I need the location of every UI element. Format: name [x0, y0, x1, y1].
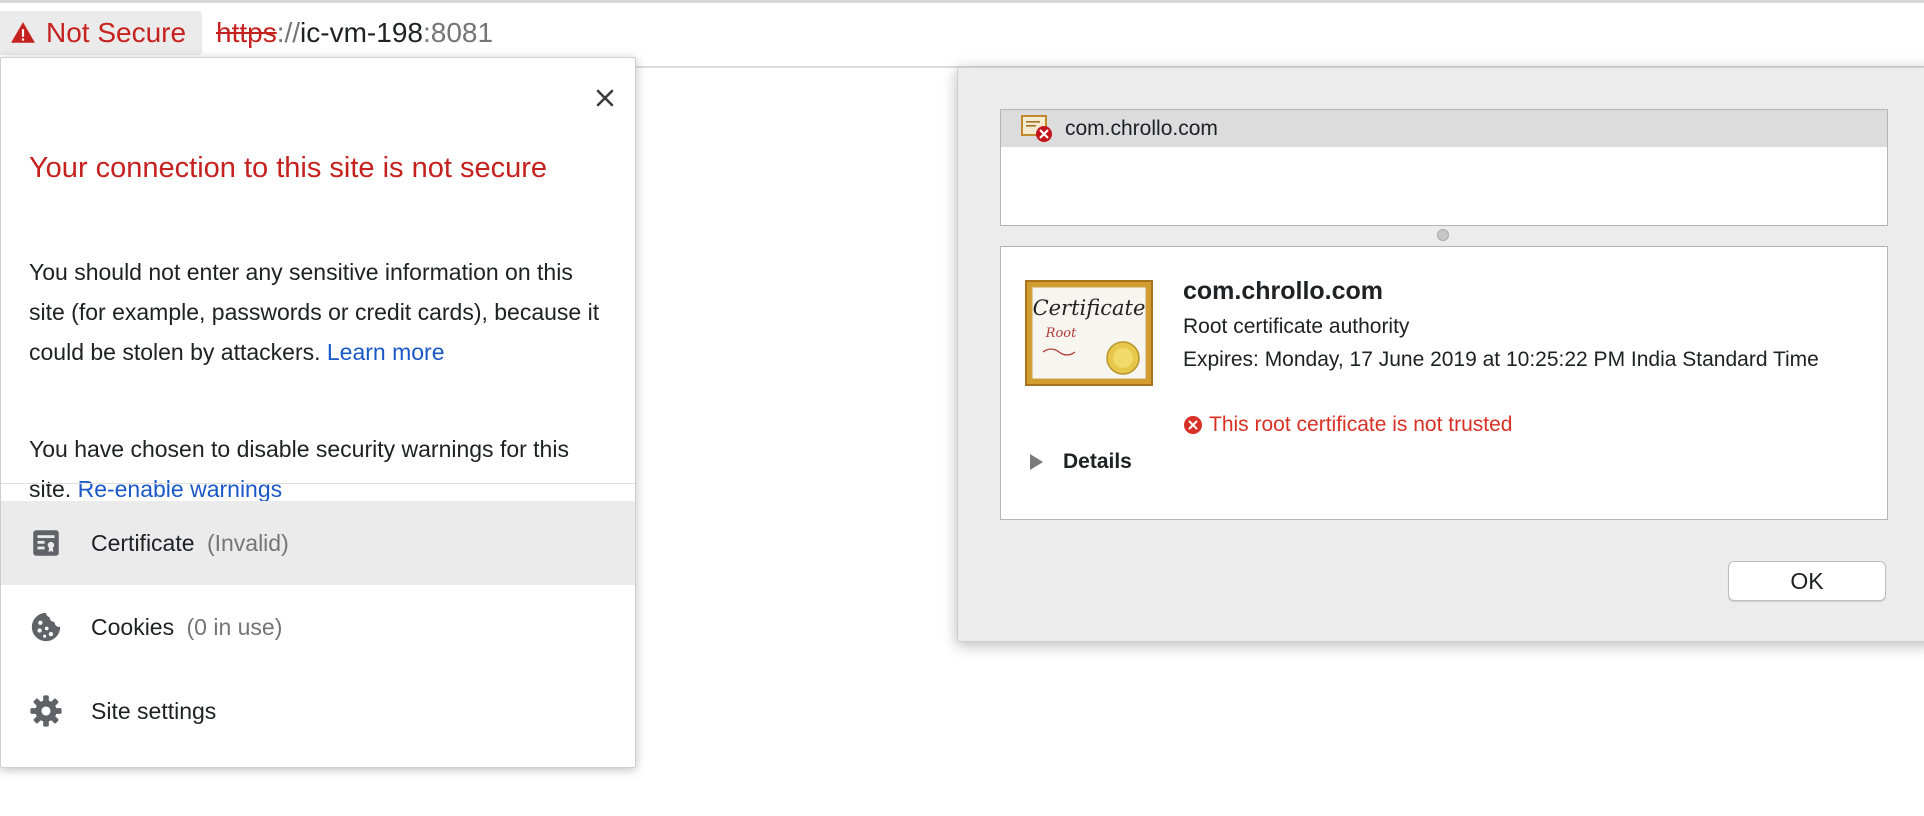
close-button[interactable] [585, 78, 625, 118]
warning-paragraph: You should not enter any sensitive infor… [29, 252, 609, 372]
cookies-label: Cookies [91, 613, 175, 640]
certificate-list-item[interactable]: com.chrollo.com [1001, 110, 1887, 147]
site-settings-label: Site settings [91, 697, 217, 724]
divider [1, 483, 635, 484]
security-label: Not Secure [46, 17, 187, 48]
url-field[interactable]: https://ic-vm-198:8081 [216, 13, 493, 53]
warning-triangle-icon [11, 22, 35, 43]
certificate-icon-large: Certificate Root [1025, 280, 1153, 386]
url-separator: :// [276, 17, 301, 48]
disclosure-triangle-icon [1030, 454, 1043, 470]
cookie-icon [31, 612, 61, 642]
trust-error: This root certificate is not trusted [1183, 413, 1512, 437]
cert-image-subtitle: Root [1045, 326, 1077, 341]
disabled-warnings-paragraph: You have chosen to disable security warn… [29, 429, 609, 509]
site-settings-row[interactable]: Site settings [1, 669, 635, 753]
certificate-name: com.chrollo.com [1183, 277, 1384, 305]
url-port: :8081 [422, 17, 494, 48]
cert-image-title: Certificate [1033, 296, 1146, 320]
warning-text: You should not enter any sensitive infor… [29, 259, 600, 365]
details-disclosure[interactable]: Details [1027, 446, 1132, 478]
ok-button[interactable]: OK [1728, 561, 1886, 601]
popup-title: Your connection to this site is not secu… [29, 152, 548, 184]
url-scheme: https [216, 17, 277, 48]
certificate-dialog: com.chrollo.com Certificate Root com.chr… [957, 67, 1924, 642]
details-label: Details [1063, 450, 1132, 473]
certificate-label: Certificate [91, 529, 195, 556]
reenable-warnings-link[interactable]: Re-enable warnings [78, 476, 283, 502]
certificate-row[interactable]: Certificate (Invalid) [1, 501, 635, 585]
learn-more-link[interactable]: Learn more [327, 339, 445, 365]
certificate-icon [33, 530, 59, 556]
certificate-details-panel: Certificate Root com.chrollo.com Root ce… [1000, 246, 1888, 520]
cookies-row[interactable]: Cookies (0 in use) [1, 585, 635, 669]
certificate-status: (Invalid) [206, 529, 289, 556]
site-info-popup: Your connection to this site is not secu… [0, 57, 636, 768]
cookies-count: (0 in use) [186, 613, 283, 640]
certificate-list-label: com.chrollo.com [1065, 116, 1218, 140]
certificate-type: Root certificate authority [1183, 315, 1410, 338]
error-circle-icon [1184, 416, 1202, 434]
url-host: ic-vm-198 [300, 17, 423, 48]
certificate-error-icon [1021, 114, 1052, 142]
close-icon [596, 89, 614, 107]
trust-error-text: This root certificate is not trusted [1209, 413, 1513, 436]
security-indicator-button[interactable]: Not Secure [0, 11, 202, 55]
split-view-handle[interactable] [1437, 229, 1449, 241]
gear-icon [30, 695, 62, 727]
certificate-expiry: Expires: Monday, 17 June 2019 at 10:25:2… [1183, 348, 1819, 371]
certificate-list: com.chrollo.com [1000, 109, 1888, 226]
